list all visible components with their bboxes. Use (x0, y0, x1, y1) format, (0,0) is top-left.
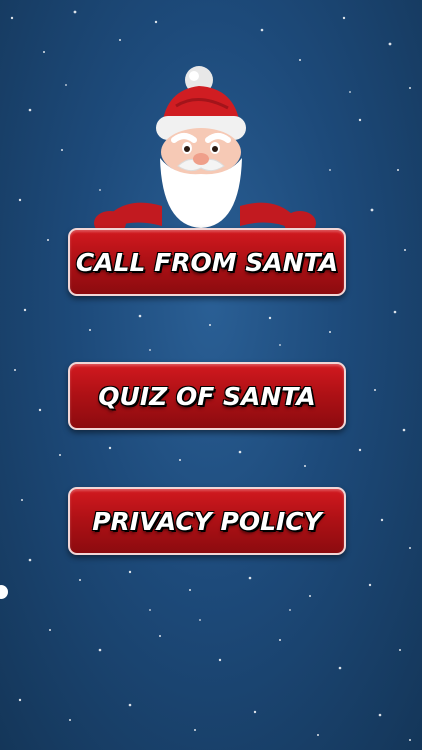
snowflake-dot (0, 585, 8, 599)
privacy-policy-label: PRIVACY POLICY (92, 506, 322, 536)
santa-mascot-icon (94, 66, 316, 235)
quiz-of-santa-button[interactable]: QUIZ OF SANTA (68, 362, 346, 430)
quiz-of-santa-label: QUIZ OF SANTA (98, 381, 316, 411)
privacy-policy-button[interactable]: PRIVACY POLICY (68, 487, 346, 555)
call-from-santa-label: CALL FROM SANTA (75, 247, 339, 277)
call-from-santa-button[interactable]: CALL FROM SANTA (68, 228, 346, 296)
